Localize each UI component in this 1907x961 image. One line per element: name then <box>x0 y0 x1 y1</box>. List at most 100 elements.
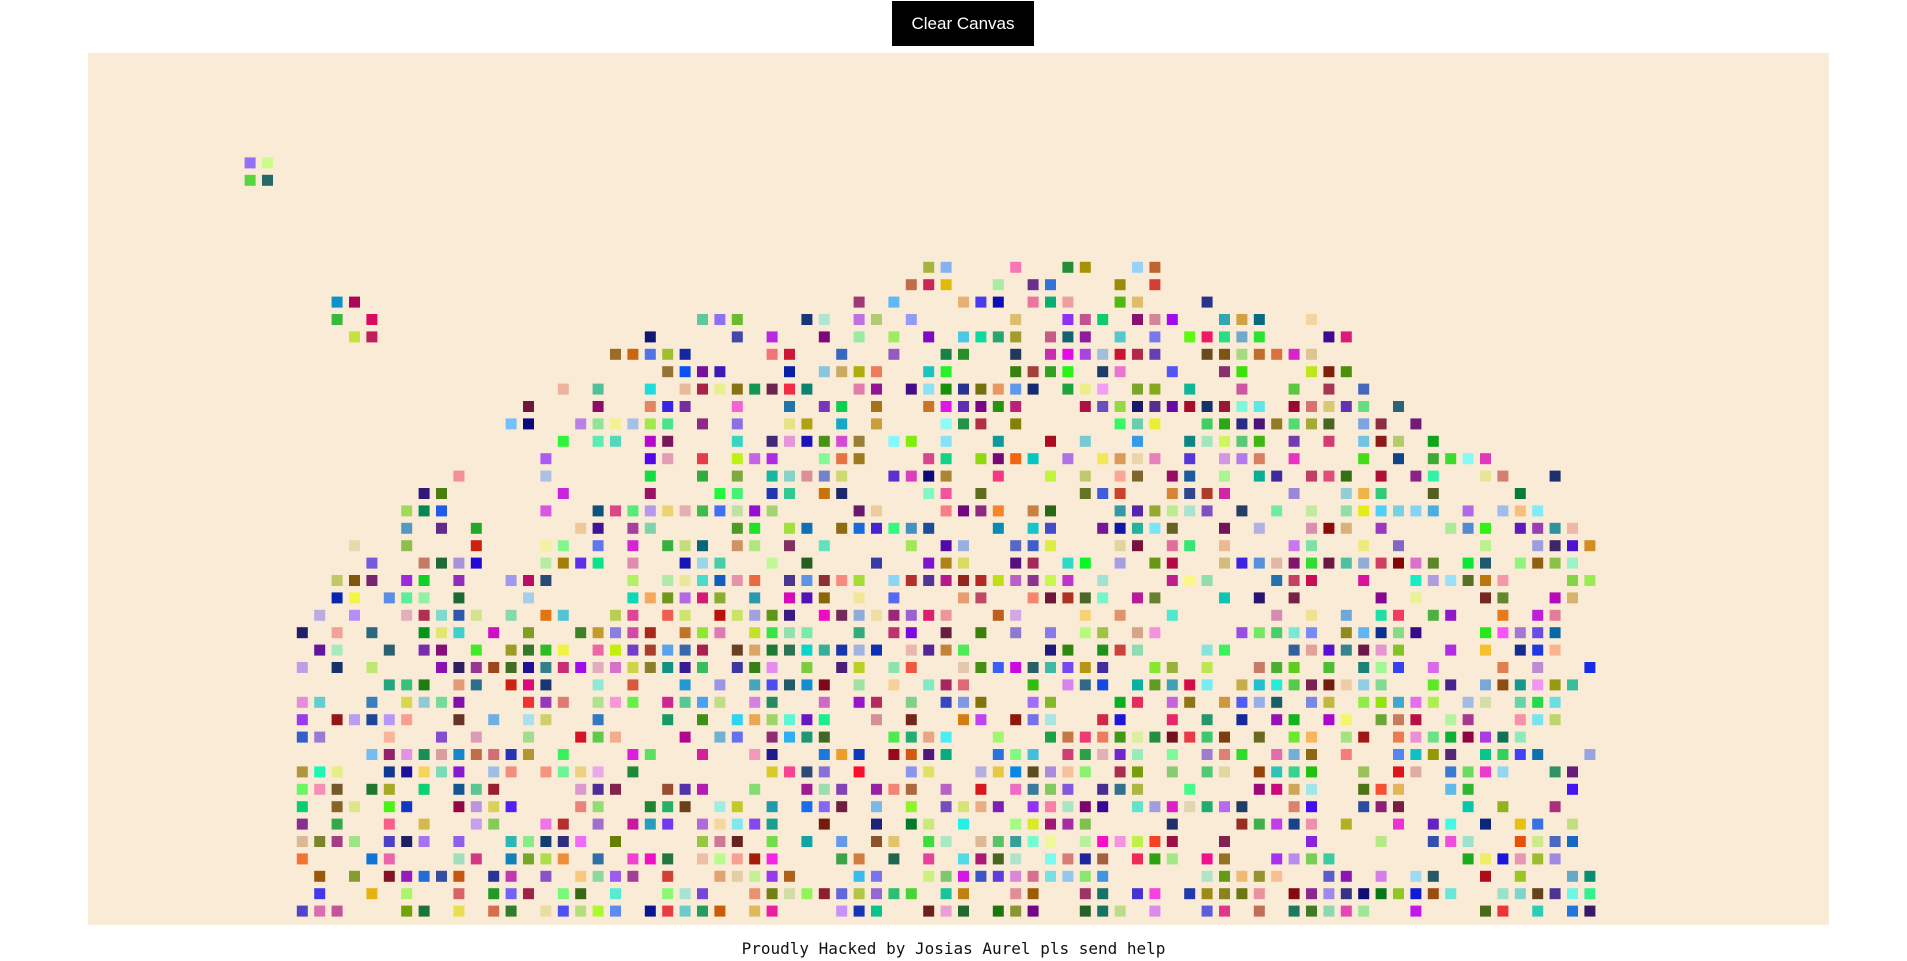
pixel <box>1010 749 1022 760</box>
pixel <box>1532 905 1544 917</box>
pixel <box>1045 766 1056 778</box>
pixel <box>540 818 552 830</box>
pixel <box>1549 766 1561 778</box>
pixel <box>1514 853 1526 865</box>
pixel <box>523 696 534 708</box>
pixel <box>662 505 674 517</box>
pixel <box>766 836 778 847</box>
pixel <box>1288 627 1300 639</box>
pixel <box>505 644 517 656</box>
pixel <box>1027 383 1039 395</box>
pixel <box>1427 488 1439 499</box>
pixel <box>1184 696 1196 708</box>
pixel <box>1271 853 1283 865</box>
pixel <box>418 696 430 708</box>
pixel <box>766 696 778 708</box>
pixel <box>1062 766 1074 778</box>
pixel <box>1027 557 1039 569</box>
pixel <box>575 557 587 569</box>
pixel <box>1567 888 1578 900</box>
pixel <box>1549 627 1561 639</box>
pixel <box>1114 331 1126 343</box>
pixel <box>557 540 569 552</box>
pixel <box>610 662 621 673</box>
pixel <box>1045 575 1056 586</box>
drawing-canvas[interactable] <box>88 53 1829 925</box>
pixel <box>958 818 969 830</box>
pixel <box>923 331 935 343</box>
pixel <box>749 540 761 552</box>
pixel <box>1480 731 1491 743</box>
pixel <box>1236 627 1248 639</box>
pixel <box>784 418 795 430</box>
pixel <box>1393 540 1404 552</box>
pixel <box>1010 714 1022 726</box>
pixel <box>1271 609 1283 621</box>
pixel <box>557 644 569 656</box>
pixel <box>923 609 935 621</box>
pixel <box>592 401 604 412</box>
pixel <box>1149 731 1161 743</box>
pixel <box>1114 418 1126 430</box>
pixel <box>1149 522 1161 534</box>
pixel <box>1132 296 1143 308</box>
pixel <box>592 714 604 726</box>
pixel <box>296 662 308 673</box>
pixel <box>1323 331 1335 343</box>
pixel <box>1201 801 1213 813</box>
pixel <box>1375 505 1387 517</box>
pixel <box>905 749 917 760</box>
pixel <box>1271 575 1283 586</box>
pixel <box>1567 870 1578 882</box>
pixel <box>1132 592 1143 604</box>
pixel <box>540 905 552 917</box>
clear-canvas-button[interactable]: Clear Canvas <box>892 1 1034 46</box>
pixel <box>940 261 952 273</box>
pixel <box>314 644 326 656</box>
pixel <box>992 383 1004 395</box>
pixel <box>1166 314 1178 325</box>
pixel <box>540 836 552 847</box>
pixel <box>627 853 639 865</box>
pixel <box>1045 870 1056 882</box>
pixel <box>1149 261 1161 273</box>
pixel <box>1062 749 1074 760</box>
pixel <box>801 627 813 639</box>
pixel <box>1271 870 1283 882</box>
pixel <box>1201 575 1213 586</box>
pixel <box>1306 818 1317 830</box>
pixel <box>1062 783 1074 795</box>
pixel <box>801 662 813 673</box>
pixel <box>1306 575 1317 586</box>
pixel <box>871 557 882 569</box>
pixel <box>1010 575 1022 586</box>
pixel <box>1079 627 1091 639</box>
pixel <box>784 470 795 482</box>
pixel <box>662 435 674 447</box>
pixel <box>644 905 656 917</box>
pixel <box>975 870 987 882</box>
pixel <box>401 505 413 517</box>
pixel <box>818 818 830 830</box>
pixel <box>436 522 447 534</box>
pixel <box>1445 714 1457 726</box>
pixel <box>975 453 987 465</box>
pixel <box>1253 870 1265 882</box>
pixel <box>366 662 378 673</box>
pixel <box>1358 540 1370 552</box>
pixel <box>888 662 900 673</box>
pixel <box>818 470 830 482</box>
pixel <box>1340 522 1352 534</box>
pixel <box>1079 679 1091 691</box>
pixel <box>557 696 569 708</box>
pixel <box>1045 540 1056 552</box>
pixel <box>714 383 726 395</box>
pixel <box>627 557 639 569</box>
pixel <box>749 888 761 900</box>
pixel <box>1045 435 1056 447</box>
pixel <box>1079 662 1091 673</box>
pixel <box>1410 575 1422 586</box>
pixel <box>714 575 726 586</box>
pixel <box>818 331 830 343</box>
pixel <box>627 627 639 639</box>
